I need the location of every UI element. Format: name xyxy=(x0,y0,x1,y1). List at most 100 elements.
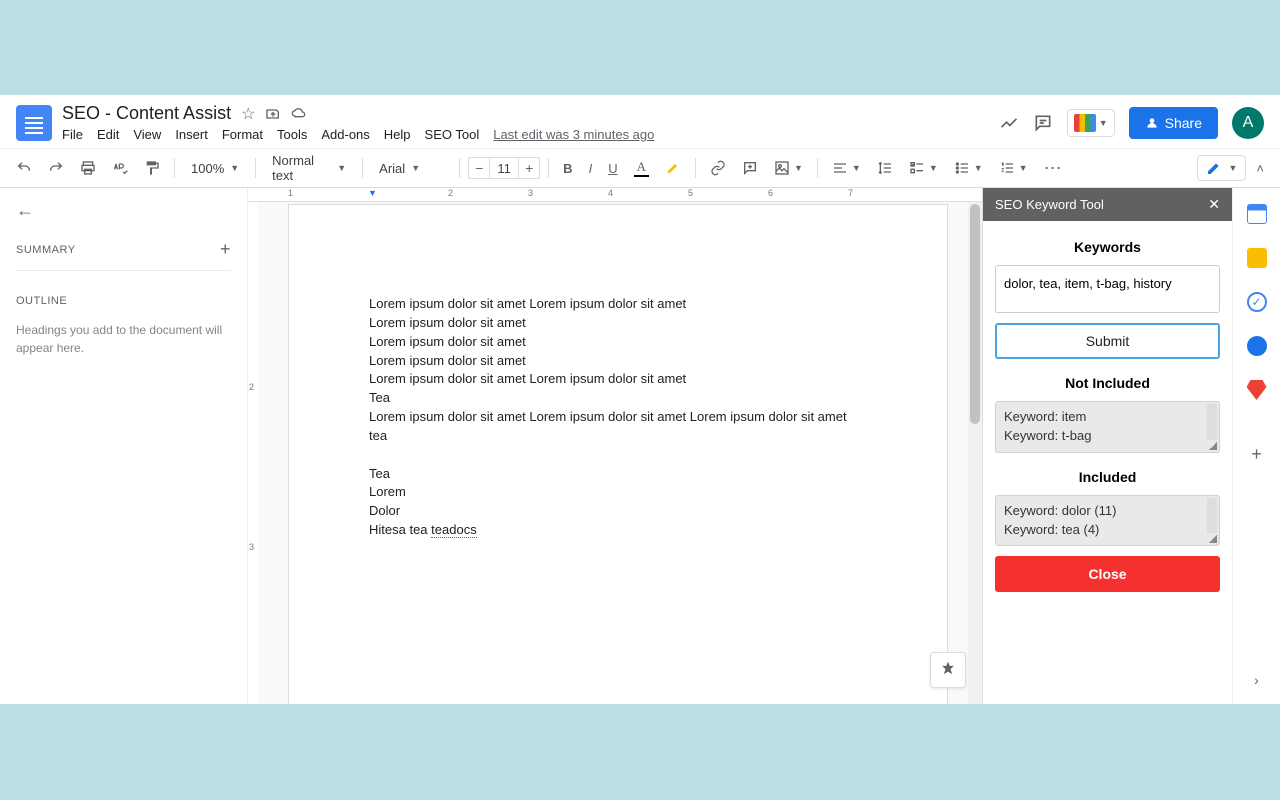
collapse-toolbar-button[interactable]: ˄ xyxy=(1250,157,1270,180)
doc-line[interactable]: Lorem ipsum dolor sit amet Lorem ipsum d… xyxy=(369,408,867,446)
more-tools-button[interactable]: ⋯ xyxy=(1038,154,1070,183)
underline-button[interactable]: U xyxy=(602,157,623,180)
star-icon[interactable]: ☆ xyxy=(241,104,255,124)
outline-panel: ← SUMMARY + OUTLINE Headings you add to … xyxy=(0,188,248,704)
result-line: Keyword: tea (4) xyxy=(1004,521,1211,540)
menu-edit[interactable]: Edit xyxy=(97,127,119,142)
title-area: SEO - Content Assist ☆ File Edit View In… xyxy=(62,103,999,142)
zoom-select[interactable]: 100%▼ xyxy=(183,159,247,178)
doc-line[interactable]: Lorem ipsum dolor sit amet Lorem ipsum d… xyxy=(369,370,867,389)
fontsize-value[interactable]: 11 xyxy=(490,157,518,179)
redo-button[interactable] xyxy=(42,156,70,180)
font-select[interactable]: Arial▼ xyxy=(371,159,451,178)
add-summary-button[interactable]: + xyxy=(220,239,231,260)
menu-format[interactable]: Format xyxy=(222,127,263,142)
doc-line[interactable]: Lorem ipsum dolor sit amet xyxy=(369,352,867,371)
document-title[interactable]: SEO - Content Assist xyxy=(62,103,231,124)
doc-line[interactable] xyxy=(369,446,867,465)
insert-comment-button[interactable] xyxy=(736,156,764,180)
menu-view[interactable]: View xyxy=(133,127,161,142)
keywords-heading: Keywords xyxy=(995,239,1220,255)
menu-seo-tool[interactable]: SEO Tool xyxy=(425,127,480,142)
doc-line[interactable]: Lorem ipsum dolor sit amet Lorem ipsum d… xyxy=(369,295,867,314)
not-included-heading: Not Included xyxy=(995,375,1220,391)
print-button[interactable] xyxy=(74,156,102,180)
menu-insert[interactable]: Insert xyxy=(175,127,208,142)
insert-image-button[interactable]: ▼ xyxy=(768,156,809,180)
result-line: Keyword: t-bag xyxy=(1004,427,1211,446)
doc-line[interactable]: Hitesa tea teadocs xyxy=(369,521,867,540)
bold-button[interactable]: B xyxy=(557,157,578,180)
fontsize-increase[interactable]: + xyxy=(518,157,540,179)
comments-icon[interactable] xyxy=(1033,113,1053,133)
menu-help[interactable]: Help xyxy=(384,127,411,142)
toolbar: 100%▼ Normal text▼ Arial▼ − 11 + B I U A… xyxy=(0,148,1280,188)
vertical-scrollbar[interactable] xyxy=(968,202,982,704)
undo-button[interactable] xyxy=(10,156,38,180)
included-heading: Included xyxy=(995,469,1220,485)
fontsize-decrease[interactable]: − xyxy=(468,157,490,179)
text-color-button[interactable]: A xyxy=(628,155,655,181)
calendar-icon[interactable] xyxy=(1247,204,1267,224)
meet-icon xyxy=(1074,114,1096,132)
included-results[interactable]: Keyword: dolor (11) Keyword: tea (4) xyxy=(995,495,1220,547)
account-avatar[interactable]: A xyxy=(1232,107,1264,139)
horizontal-ruler[interactable]: 1 ▼ 2 3 4 5 6 7 xyxy=(248,188,982,202)
paint-format-button[interactable] xyxy=(138,156,166,180)
seo-panel-title: SEO Keyword Tool xyxy=(995,197,1104,212)
doc-line[interactable]: Lorem ipsum dolor sit amet xyxy=(369,314,867,333)
fontsize-stepper: − 11 + xyxy=(468,157,540,179)
doc-line[interactable]: Dolor xyxy=(369,502,867,521)
move-icon[interactable] xyxy=(265,106,281,122)
result-line: Keyword: item xyxy=(1004,408,1211,427)
tasks-icon[interactable]: ✓ xyxy=(1247,292,1267,312)
doc-line[interactable]: Lorem ipsum dolor sit amet xyxy=(369,333,867,352)
contacts-icon[interactable] xyxy=(1247,336,1267,356)
align-button[interactable]: ▼ xyxy=(826,156,867,180)
submit-button[interactable]: Submit xyxy=(995,323,1220,359)
docs-logo-icon[interactable] xyxy=(16,105,52,141)
explore-button[interactable] xyxy=(930,652,966,688)
doc-line[interactable]: Tea xyxy=(369,389,867,408)
editing-mode-button[interactable]: ▼ xyxy=(1197,155,1246,181)
outline-back-button[interactable]: ← xyxy=(16,200,231,221)
highlight-button[interactable] xyxy=(659,156,687,180)
keep-icon[interactable] xyxy=(1247,248,1267,268)
italic-button[interactable]: I xyxy=(583,157,599,180)
bulleted-list-button[interactable]: ▼ xyxy=(948,156,989,180)
get-addons-button[interactable]: + xyxy=(1251,444,1262,465)
numbered-list-button[interactable]: ▼ xyxy=(993,156,1034,180)
last-edit-link[interactable]: Last edit was 3 minutes ago xyxy=(493,127,654,142)
meet-button[interactable]: ▼ xyxy=(1067,109,1115,137)
checklist-button[interactable]: ▼ xyxy=(903,156,944,180)
share-label: Share xyxy=(1165,115,1202,131)
share-button[interactable]: Share xyxy=(1129,107,1218,139)
titlebar-right: ▼ Share A xyxy=(999,107,1264,139)
side-rail: ✓ + › xyxy=(1232,188,1280,704)
menu-file[interactable]: File xyxy=(62,127,83,142)
line-spacing-button[interactable] xyxy=(871,156,899,180)
not-included-results[interactable]: Keyword: item Keyword: t-bag xyxy=(995,401,1220,453)
doc-line[interactable]: Lorem xyxy=(369,483,867,502)
menu-tools[interactable]: Tools xyxy=(277,127,307,142)
history-icon[interactable] xyxy=(999,113,1019,133)
document-canvas[interactable]: 1 ▼ 2 3 4 5 6 7 2 3 Lorem ipsum dolor si… xyxy=(248,188,982,704)
keywords-input[interactable] xyxy=(995,265,1220,313)
collapse-rail-button[interactable]: › xyxy=(1254,672,1259,688)
maps-icon[interactable] xyxy=(1247,380,1267,400)
cloud-status-icon[interactable] xyxy=(291,106,307,122)
style-select[interactable]: Normal text▼ xyxy=(264,151,354,185)
doc-line[interactable]: Tea xyxy=(369,465,867,484)
close-button[interactable]: Close xyxy=(995,556,1220,592)
insert-link-button[interactable] xyxy=(704,156,732,180)
seo-panel-header: SEO Keyword Tool ✕ xyxy=(983,188,1232,221)
spellcheck-button[interactable] xyxy=(106,156,134,180)
menu-bar: File Edit View Insert Format Tools Add-o… xyxy=(62,127,999,142)
main-area: ← SUMMARY + OUTLINE Headings you add to … xyxy=(0,188,1280,704)
vertical-ruler[interactable]: 2 3 xyxy=(248,202,258,704)
result-line: Keyword: dolor (11) xyxy=(1004,502,1211,521)
menu-addons[interactable]: Add-ons xyxy=(321,127,369,142)
spelling-error: teadocs xyxy=(431,522,477,538)
close-panel-button[interactable]: ✕ xyxy=(1208,196,1220,213)
document-page[interactable]: Lorem ipsum dolor sit amet Lorem ipsum d… xyxy=(288,204,948,704)
